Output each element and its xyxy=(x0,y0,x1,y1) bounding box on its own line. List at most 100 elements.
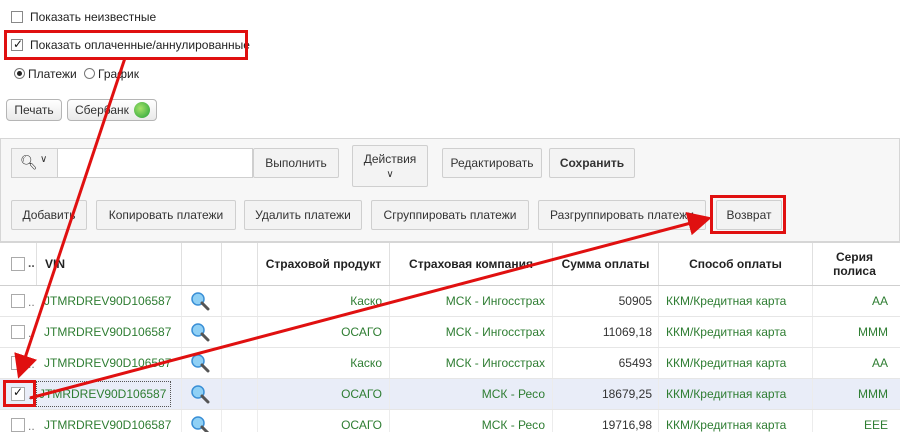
series-cell: МММ xyxy=(858,387,888,401)
method-cell: ККМ/Кредитная карта xyxy=(666,356,787,370)
vin-link[interactable]: JTMRDREV90D106587 xyxy=(44,348,179,378)
row-menu-dots[interactable]: .. xyxy=(28,295,35,309)
column-header-company[interactable]: Страховая компания xyxy=(389,243,552,285)
method-cell: ККМ/Кредитная карта xyxy=(666,418,787,432)
lookup-magnifier-icon[interactable] xyxy=(190,415,210,432)
amount-cell: 19716,98 xyxy=(601,418,652,432)
cell-divider xyxy=(221,317,222,347)
cell-divider xyxy=(658,379,659,409)
sberbank-button[interactable]: Сбербанк xyxy=(67,99,157,121)
series-cell: АА xyxy=(871,356,888,370)
actions-label: Действия xyxy=(363,152,417,166)
cell-divider xyxy=(181,348,182,378)
column-header-series[interactable]: Серия полиса xyxy=(812,243,896,285)
cell-divider xyxy=(181,317,182,347)
amount-cell: 65493 xyxy=(618,356,652,370)
vin-link[interactable]: JTMRDREV90D106587 xyxy=(44,410,179,432)
cell-divider xyxy=(221,286,222,316)
print-button[interactable]: Печать xyxy=(6,99,62,121)
search-input[interactable]: 🔍︎ ∨ xyxy=(11,148,253,178)
cell-divider xyxy=(658,348,659,378)
sberbank-logo-icon xyxy=(134,102,150,118)
lookup-magnifier-icon[interactable] xyxy=(190,384,210,404)
column-header-vin[interactable]: VIN xyxy=(36,243,181,285)
radio-schedule-label: График xyxy=(98,67,139,81)
save-button[interactable]: Сохранить xyxy=(549,148,635,178)
radio-payments[interactable] xyxy=(14,68,25,79)
annotation-box-row-checkbox xyxy=(3,380,36,407)
chevron-down-icon: ∨ xyxy=(40,154,48,165)
show-unknown-label: Показать неизвестные xyxy=(30,10,157,24)
cell-divider xyxy=(181,286,182,316)
amount-cell: 11069,18 xyxy=(602,325,652,339)
amount-cell: 50905 xyxy=(618,294,652,308)
table-row[interactable]: ✓.. JTMRDREV90D106587 ОСАГО МСК - Ресо 18679… xyxy=(0,379,900,410)
sberbank-label: Сбербанк xyxy=(75,103,129,117)
cell-divider xyxy=(181,410,182,432)
row-menu-dots[interactable]: .. xyxy=(28,326,35,340)
product-cell: Каско xyxy=(350,356,382,370)
group-payments-button[interactable]: Сгруппировать платежи xyxy=(371,200,529,230)
row-checkbox[interactable] xyxy=(11,356,25,370)
cell-divider xyxy=(221,379,222,409)
select-all-checkbox[interactable] xyxy=(11,257,25,271)
vin-link[interactable]: JTMRDREV90D106587 xyxy=(36,381,171,407)
series-cell: ЕЕЕ xyxy=(863,418,888,432)
company-cell: МСК - Ингосстрах xyxy=(445,294,545,308)
cell-divider xyxy=(658,286,659,316)
vin-link[interactable]: JTMRDREV90D106587 xyxy=(44,286,179,316)
lookup-magnifier-icon[interactable] xyxy=(190,322,210,342)
row-checkbox[interactable] xyxy=(11,418,25,432)
chevron-down-icon: ∨ xyxy=(386,169,394,180)
cell-divider xyxy=(221,348,222,378)
search-options-dropdown[interactable]: 🔍︎ ∨ xyxy=(12,149,58,177)
edit-button[interactable]: Редактировать xyxy=(442,148,542,178)
table-row[interactable]: .. JTMRDREV90D106587 Каско МСК - Ингосстрах… xyxy=(0,348,900,379)
add-button[interactable]: Добавить xyxy=(11,200,87,230)
company-cell: МСК - Ресо xyxy=(481,418,545,432)
column-header-amount[interactable]: Сумма оплаты xyxy=(552,243,658,285)
annotation-box-refund xyxy=(710,195,786,234)
show-unknown-checkbox[interactable] xyxy=(11,11,23,23)
table-row[interactable]: .. JTMRDREV90D106587 ОСАГО МСК - Ресо 19716,… xyxy=(0,410,900,432)
row-checkbox[interactable] xyxy=(11,294,25,308)
column-header-product[interactable]: Страховой продукт xyxy=(257,243,389,285)
product-cell: ОСАГО xyxy=(341,418,382,432)
amount-cell: 18679,25 xyxy=(601,387,652,401)
actions-dropdown[interactable]: Действия ∨ xyxy=(352,145,428,187)
search-icon: 🔍︎ xyxy=(20,154,38,170)
product-cell: Каско xyxy=(350,294,382,308)
company-cell: МСК - Ресо xyxy=(481,387,545,401)
copy-payments-button[interactable]: Копировать платежи xyxy=(96,200,236,230)
table-row[interactable]: .. JTMRDREV90D106587 ОСАГО МСК - Ингосстрах… xyxy=(0,317,900,348)
company-cell: МСК - Ингосстрах xyxy=(445,356,545,370)
series-cell: АА xyxy=(871,294,888,308)
row-menu-dots[interactable]: .. xyxy=(28,419,35,432)
ungroup-payments-button[interactable]: Разгруппировать платежи xyxy=(538,200,706,230)
cell-divider xyxy=(658,317,659,347)
column-header-blank xyxy=(221,243,257,285)
execute-button[interactable]: Выполнить xyxy=(253,148,339,178)
lookup-magnifier-icon[interactable] xyxy=(190,353,210,373)
delete-payments-button[interactable]: Удалить платежи xyxy=(244,200,362,230)
company-cell: МСК - Ингосстрах xyxy=(445,325,545,339)
table-header: .. VIN Страховой продукт Страховая компа… xyxy=(0,242,900,286)
lookup-magnifier-icon[interactable] xyxy=(190,291,210,311)
row-menu-dots[interactable]: .. xyxy=(28,357,35,371)
product-cell: ОСАГО xyxy=(341,387,382,401)
table-row[interactable]: .. JTMRDREV90D106587 Каско МСК - Ингосстрах… xyxy=(0,286,900,317)
cell-divider xyxy=(658,410,659,432)
cell-divider xyxy=(221,410,222,432)
radio-schedule[interactable] xyxy=(84,68,95,79)
header-menu-dots[interactable]: .. xyxy=(28,256,35,270)
method-cell: ККМ/Кредитная карта xyxy=(666,294,787,308)
method-cell: ККМ/Кредитная карта xyxy=(666,325,787,339)
cell-divider xyxy=(181,379,182,409)
annotation-box-show-paid xyxy=(4,30,248,60)
product-cell: ОСАГО xyxy=(341,325,382,339)
column-header-method[interactable]: Способ оплаты xyxy=(658,243,812,285)
vin-link[interactable]: JTMRDREV90D106587 xyxy=(44,317,179,347)
column-header-lookup xyxy=(181,243,221,285)
row-checkbox[interactable] xyxy=(11,325,25,339)
series-cell: МММ xyxy=(858,325,888,339)
